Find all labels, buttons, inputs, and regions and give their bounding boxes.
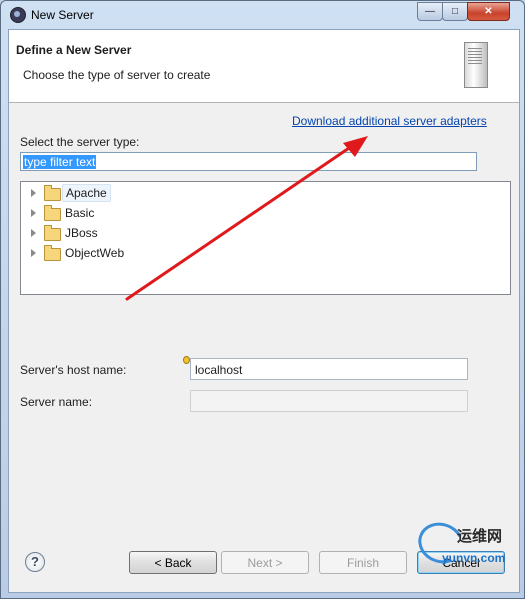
filter-text-selection: type filter text	[23, 155, 97, 169]
site-watermark: 运维网 yunvn.com	[410, 516, 523, 597]
eclipse-icon	[10, 7, 26, 23]
folder-icon	[44, 185, 61, 201]
help-icon[interactable]: ?	[25, 552, 45, 572]
tree-item-objectweb[interactable]: ObjectWeb	[21, 243, 221, 263]
server-name-label: Server name:	[20, 395, 93, 409]
folder-icon	[44, 245, 61, 261]
tree-item-basic[interactable]: Basic	[21, 203, 221, 223]
tree-item-jboss[interactable]: JBoss	[21, 223, 221, 243]
download-adapters-link[interactable]: Download additional server adapters	[292, 114, 487, 128]
tree-item-label: JBoss	[65, 226, 98, 240]
title-bar[interactable]: New Server — □ ✕	[1, 1, 524, 29]
host-name-value: localhost	[195, 363, 243, 377]
host-name-label: Server's host name:	[20, 363, 127, 377]
server-name-input[interactable]	[190, 390, 468, 412]
expand-arrow-icon[interactable]	[31, 229, 36, 237]
server-type-tree[interactable]: Apache Basic JBoss ObjectWeb	[20, 181, 511, 295]
tree-item-label: Apache	[62, 184, 111, 202]
expand-arrow-icon[interactable]	[31, 209, 36, 217]
server-type-filter-input[interactable]: type filter text	[20, 152, 477, 171]
page-description: Choose the type of server to create	[23, 68, 211, 82]
folder-icon	[44, 205, 61, 221]
tree-item-apache[interactable]: Apache	[21, 183, 221, 203]
close-button[interactable]: ✕	[467, 2, 510, 21]
server-type-label: Select the server type:	[20, 135, 140, 149]
tree-item-label: ObjectWeb	[65, 246, 125, 260]
content-assist-hint-icon	[183, 356, 190, 364]
back-button[interactable]: < Back	[129, 551, 217, 574]
tree-item-label: Basic	[65, 206, 95, 220]
watermark-url: yunvn.com	[442, 551, 506, 565]
folder-icon	[44, 225, 61, 241]
expand-arrow-icon[interactable]	[31, 249, 36, 257]
finish-button[interactable]: Finish	[319, 551, 407, 574]
dialog-body: Define a New Server Choose the type of s…	[8, 29, 520, 593]
expand-arrow-icon[interactable]	[31, 189, 36, 197]
watermark-chinese-text: 运维网	[457, 528, 503, 545]
host-name-input[interactable]: localhost	[190, 358, 468, 380]
window-title: New Server	[31, 8, 94, 22]
next-button[interactable]: Next >	[221, 551, 309, 574]
wizard-header: Define a New Server Choose the type of s…	[9, 30, 519, 103]
new-server-window: New Server — □ ✕ Define a New Server Cho…	[0, 0, 525, 599]
page-title: Define a New Server	[16, 43, 132, 57]
server-icon	[464, 42, 488, 88]
minimize-button[interactable]: —	[417, 2, 443, 21]
maximize-button[interactable]: □	[442, 2, 468, 21]
